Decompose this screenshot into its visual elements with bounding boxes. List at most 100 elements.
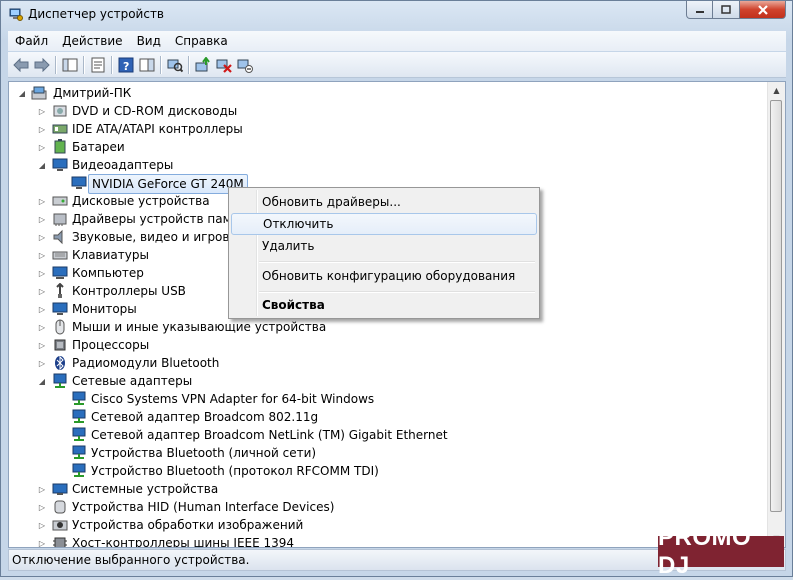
context-menu: Обновить драйверы... Отключить Удалить О… — [228, 187, 540, 319]
expand-icon[interactable]: ▷ — [38, 521, 46, 530]
maximize-icon — [721, 5, 731, 14]
device-category-icon — [56, 283, 64, 298]
update-driver-button[interactable] — [193, 55, 212, 74]
tree-category-label: Устройства обработки изображений — [72, 518, 304, 532]
uninstall-device-icon — [237, 59, 253, 73]
tree-category-label: DVD и CD-ROM дисководы — [72, 104, 238, 118]
tree-category-label: Драйверы устройств памяти — [72, 212, 254, 226]
watermark-logo: PROMO DJ — [658, 524, 784, 579]
context-properties[interactable]: Свойства — [231, 294, 537, 316]
forward-button[interactable] — [32, 55, 51, 74]
tree-device-label: Устройство Bluetooth (протокол RFCOMM TD… — [91, 464, 379, 478]
toolbar-separator — [188, 55, 189, 74]
context-disable[interactable]: Отключить — [231, 213, 537, 235]
tree-category-label: Мыши и иные указывающие устройства — [72, 320, 327, 334]
expand-icon[interactable]: ▷ — [38, 125, 46, 134]
scan-hardware-button[interactable] — [165, 55, 184, 74]
expand-icon[interactable]: ▷ — [38, 305, 46, 314]
context-scan-hardware[interactable]: Обновить конфигурацию оборудования — [231, 265, 537, 287]
device-icon — [72, 409, 86, 423]
update-driver-icon — [195, 56, 210, 71]
scan-hardware-icon — [167, 59, 183, 72]
expand-icon[interactable]: ▷ — [38, 143, 46, 152]
vertical-scrollbar[interactable]: ▲ ▼ — [767, 82, 785, 547]
device-category-icon — [52, 520, 68, 531]
expand-icon[interactable]: ▷ — [38, 359, 46, 368]
device-category-icon — [55, 319, 65, 335]
toolbar-separator — [111, 55, 112, 74]
back-icon — [12, 57, 28, 72]
device-category-icon — [53, 213, 67, 226]
context-item-label: Обновить конфигурацию оборудования — [262, 269, 516, 283]
expand-icon[interactable]: ▷ — [38, 323, 46, 332]
device-category-icon — [54, 339, 66, 351]
disable-device-icon — [216, 59, 232, 73]
device-manager-window: Диспетчер устройств Файл Действие Вид Сп… — [0, 0, 793, 579]
collapse-icon[interactable]: ◢ — [18, 89, 26, 98]
properties-button[interactable] — [88, 55, 107, 74]
tree-category-label: Хост-контроллеры шины IEEE 1394 — [72, 536, 295, 548]
back-button[interactable] — [11, 55, 30, 74]
expand-icon[interactable]: ▷ — [38, 539, 46, 548]
expand-icon[interactable]: ▷ — [38, 287, 46, 296]
device-icon — [71, 176, 87, 189]
minimize-button[interactable] — [686, 1, 713, 19]
title-bar[interactable]: Диспетчер устройств — [1, 1, 792, 29]
expand-icon[interactable]: ▷ — [38, 215, 46, 224]
uninstall-device-button[interactable] — [235, 55, 254, 74]
context-separator — [259, 261, 535, 262]
collapse-icon[interactable]: ◢ — [38, 161, 46, 170]
device-category-icon — [55, 355, 65, 371]
tree-category-label: Видеоадаптеры — [72, 158, 174, 172]
device-icon — [72, 427, 86, 441]
menu-help[interactable]: Справка — [168, 34, 235, 48]
watermark-text: PROMO DJ — [658, 523, 752, 579]
disable-device-button[interactable] — [214, 55, 233, 74]
device-manager-icon — [9, 8, 23, 21]
expand-icon[interactable]: ▷ — [38, 269, 46, 278]
expand-icon[interactable]: ▷ — [38, 503, 46, 512]
menu-action[interactable]: Действие — [55, 34, 129, 48]
device-category-icon — [53, 537, 67, 547]
maximize-button[interactable] — [713, 1, 740, 19]
forward-icon — [34, 57, 50, 72]
help-button[interactable]: ? — [116, 55, 135, 74]
context-item-label: Удалить — [262, 239, 315, 253]
tree-device-label: Cisco Systems VPN Adapter for 64-bit Win… — [91, 392, 375, 406]
device-category-icon — [53, 105, 67, 117]
action-pane-button[interactable] — [137, 55, 156, 74]
context-uninstall[interactable]: Удалить — [231, 235, 537, 257]
expand-icon[interactable]: ▷ — [38, 341, 46, 350]
expand-icon[interactable]: ▷ — [38, 233, 46, 242]
expand-icon[interactable]: ▷ — [38, 485, 46, 494]
scroll-thumb[interactable] — [770, 100, 782, 512]
tree-category-label: Радиомодули Bluetooth — [72, 356, 220, 370]
scroll-up-icon[interactable]: ▲ — [768, 82, 785, 99]
device-icon — [72, 463, 86, 477]
close-icon — [757, 4, 768, 15]
show-hide-tree-icon — [62, 58, 77, 71]
tree-category-label: Батареи — [72, 140, 125, 154]
show-hide-tree-button[interactable] — [60, 55, 79, 74]
menu-file[interactable]: Файл — [8, 34, 55, 48]
help-icon: ? — [118, 57, 133, 73]
svg-text:?: ? — [123, 60, 129, 73]
expand-icon[interactable]: ▷ — [38, 107, 46, 116]
tree-device-label: NVIDIA GeForce GT 240M — [88, 174, 248, 194]
menu-view[interactable]: Вид — [130, 34, 168, 48]
device-category-icon — [52, 266, 68, 279]
context-item-label: Отключить — [263, 217, 334, 231]
tree-category-label: Компьютер — [72, 266, 144, 280]
tree-category-label: Клавиатуры — [72, 248, 149, 262]
device-icon — [72, 391, 86, 405]
close-button[interactable] — [740, 1, 786, 19]
window-controls — [686, 1, 786, 20]
tree-root-label: Дмитрий-ПК — [53, 86, 132, 100]
expand-icon[interactable]: ▷ — [38, 197, 46, 206]
toolbar-separator — [160, 55, 161, 74]
device-category-icon — [52, 302, 68, 315]
collapse-icon[interactable]: ◢ — [38, 377, 46, 386]
context-update-drivers[interactable]: Обновить драйверы... — [231, 191, 537, 213]
expand-icon[interactable]: ▷ — [38, 251, 46, 260]
device-category-icon — [52, 483, 68, 495]
